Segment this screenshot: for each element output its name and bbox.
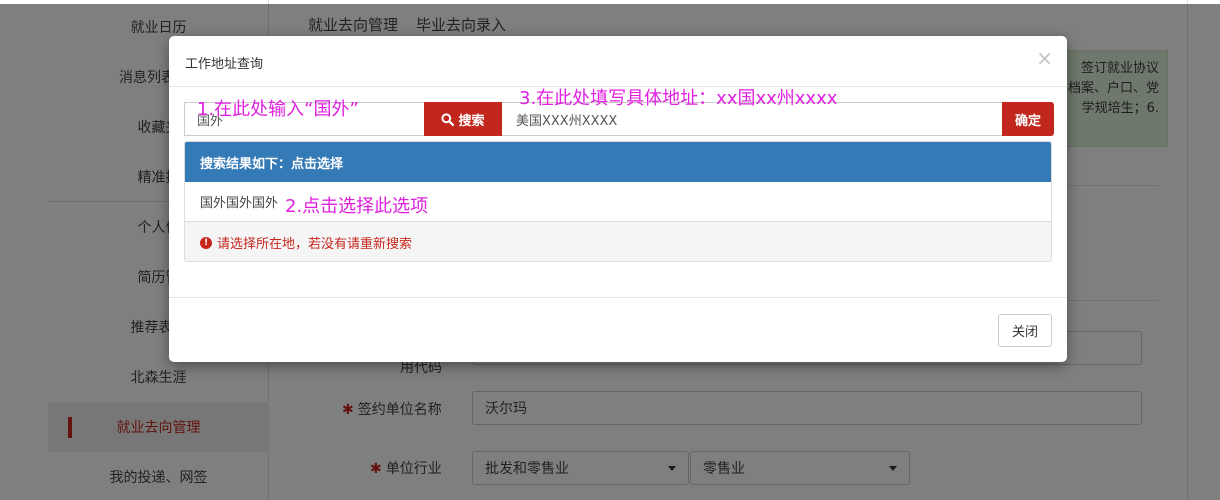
search-results-header: 搜索结果如下：点击选择 bbox=[185, 142, 1051, 182]
search-results-hint-text: 请选择所在地，若没有请重新搜索 bbox=[217, 237, 413, 252]
modal-title: 工作地址查询 bbox=[185, 57, 264, 72]
annotation-step-3: 3.在此处填写具体地址：xx国xx州xxxx bbox=[519, 88, 838, 109]
close-icon[interactable]: × bbox=[1036, 48, 1053, 68]
detailed-address-value: 美国XXX州XXXX bbox=[516, 113, 618, 129]
modal-footer: 关闭 bbox=[169, 297, 1067, 362]
search-button[interactable]: 搜索 bbox=[424, 102, 502, 136]
search-results-hint: ! 请选择所在地，若没有请重新搜索 bbox=[185, 222, 1051, 261]
annotation-step-2: 2.点击选择此选项 bbox=[285, 196, 429, 217]
search-icon bbox=[441, 112, 455, 126]
confirm-button[interactable]: 确定 bbox=[1002, 102, 1054, 136]
info-icon: ! bbox=[200, 236, 212, 249]
modal-header: 工作地址查询 × bbox=[169, 36, 1067, 87]
annotation-step-1: 1.在此处输入“国外” bbox=[197, 99, 359, 120]
search-button-label: 搜索 bbox=[458, 113, 485, 129]
close-button[interactable]: 关闭 bbox=[998, 314, 1052, 347]
